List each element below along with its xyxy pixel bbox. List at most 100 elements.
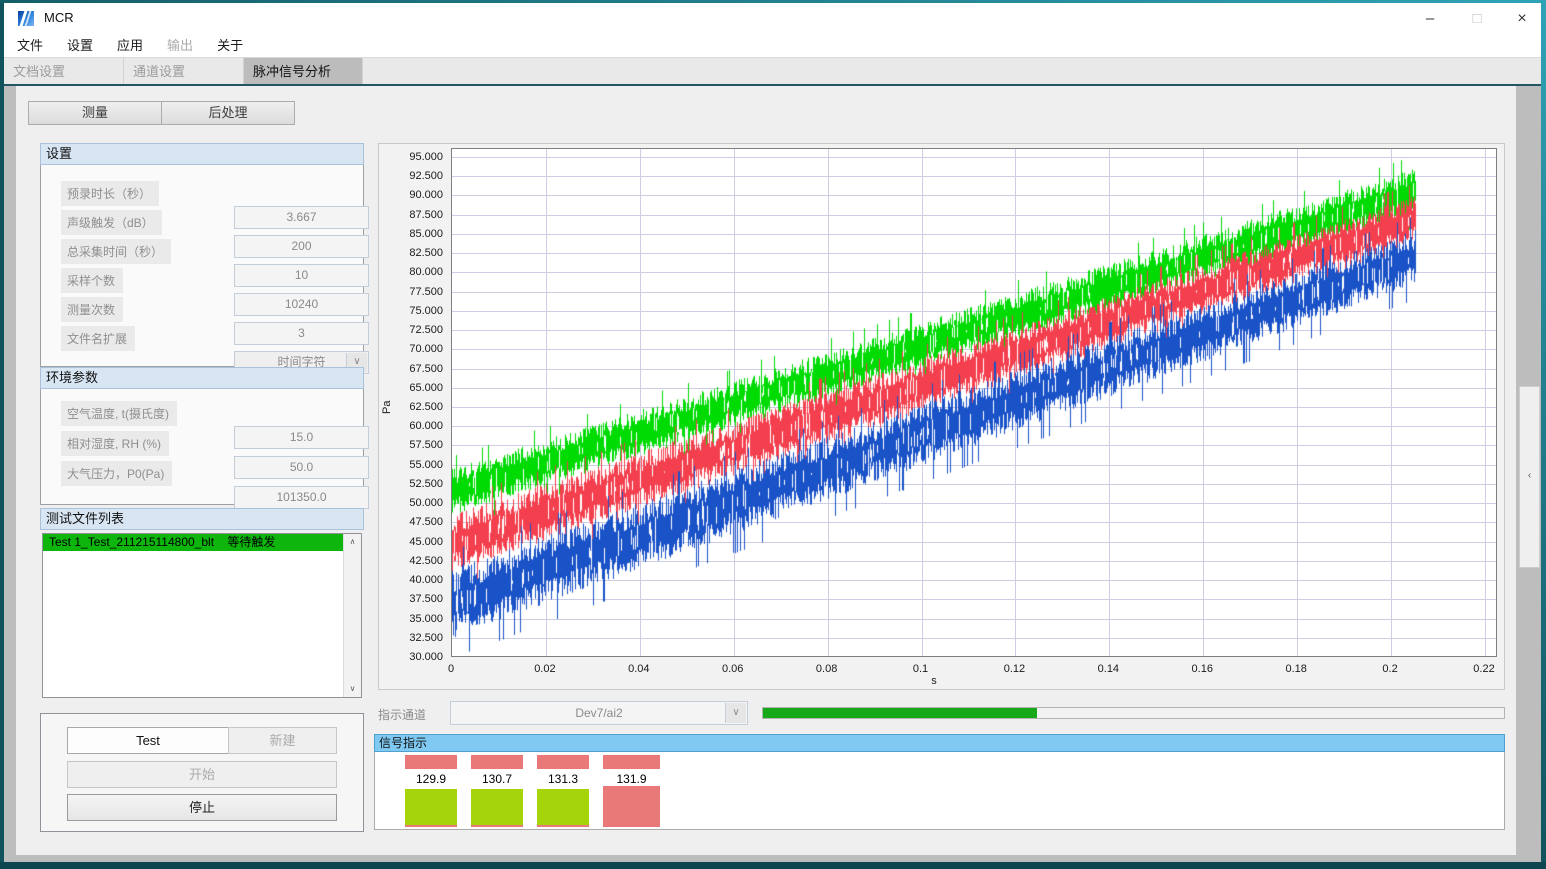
y-tick-label: 37.500: [379, 591, 443, 607]
menu-item-0[interactable]: 文件: [17, 35, 43, 54]
y-tick-label: 47.500: [379, 514, 443, 530]
environment-group-title: 环境参数: [40, 367, 364, 389]
settings-row-0: 预录时长（秒）3.667: [61, 181, 347, 204]
stop-button[interactable]: 停止: [67, 794, 337, 821]
y-tick-label: 55.000: [379, 457, 443, 473]
x-tick-label: 0.2: [1360, 663, 1420, 675]
x-tick-label: 0.16: [1172, 663, 1232, 675]
chart-series-canvas: [452, 149, 1496, 656]
x-tick-label: 0.14: [1078, 663, 1138, 675]
y-tick-label: 40.000: [379, 572, 443, 588]
indicator-block: [471, 789, 523, 827]
y-tick-label: 45.000: [379, 534, 443, 550]
environment-row-1: 相对湿度, RH (%)50.0: [61, 431, 347, 454]
progress-fill: [763, 708, 1037, 718]
splitter-handle[interactable]: ‹: [1519, 386, 1540, 568]
scroll-up-icon[interactable]: ∧: [344, 534, 361, 550]
x-tick-label: 0.1: [891, 663, 951, 675]
file-list-items: Test 1_Test_211215114800_blt 等待触发: [43, 534, 361, 551]
signal-panel-title: 信号指示: [374, 734, 1505, 752]
minimize-button[interactable]: –: [1408, 6, 1452, 32]
indicator-channel-dropdown[interactable]: Dev7/ai2 ∨: [450, 701, 748, 725]
settings-row-3: 采样个数10240: [61, 268, 347, 291]
field-label: 相对湿度, RH (%): [61, 431, 169, 456]
y-tick-label: 50.000: [379, 495, 443, 511]
postprocess-button[interactable]: 后处理: [161, 101, 295, 125]
measure-button[interactable]: 测量: [28, 101, 162, 125]
new-button[interactable]: 新建: [228, 727, 337, 754]
environment-group: 环境参数 空气温度, t(摄氏度)15.0相对湿度, RH (%)50.0大气压…: [40, 367, 364, 505]
menu-item-1[interactable]: 设置: [67, 35, 93, 54]
file-list-group: 测试文件列表 Test 1_Test_211215114800_blt 等待触发…: [40, 508, 364, 700]
signal-chart: 95.00092.50090.00087.50085.00082.50080.0…: [378, 143, 1505, 690]
y-tick-label: 80.000: [379, 264, 443, 280]
test-name-field[interactable]: Test: [67, 727, 229, 754]
y-tick-label: 90.000: [379, 187, 443, 203]
desktop-edge: [0, 862, 1546, 869]
tab-strip: 文档设置通道设置脉冲信号分析: [4, 57, 1541, 85]
y-tick-label: 95.000: [379, 149, 443, 165]
window-title: MCR: [44, 10, 74, 25]
field-label: 采样个数: [61, 268, 123, 293]
app-icon: [18, 11, 34, 26]
y-tick-label: 60.000: [379, 418, 443, 434]
indicator-block: [537, 789, 589, 827]
titlebar: MCR – □ ×: [4, 3, 1541, 31]
y-tick-label: 57.500: [379, 437, 443, 453]
indicator-block: [405, 789, 457, 827]
settings-group: 设置 预录时长（秒）3.667声级触发（dB）200总采集时间（秒）10采样个数…: [40, 143, 364, 367]
indicator-channel-label: 指示通道: [378, 706, 426, 723]
field-label: 大气压力，P0(Pa): [61, 461, 172, 486]
y-tick-label: 72.500: [379, 322, 443, 338]
indicator-value: 129.9: [405, 772, 457, 786]
settings-row-4: 测量次数3: [61, 297, 347, 320]
field-value[interactable]: 101350.0: [234, 486, 369, 509]
indicator-top-bar: [603, 755, 660, 769]
x-tick-label: 0.08: [797, 663, 857, 675]
chevron-down-icon[interactable]: ∨: [725, 703, 746, 723]
field-label: 预录时长（秒）: [61, 181, 159, 206]
y-tick-label: 67.500: [379, 361, 443, 377]
settings-row-5: 文件名扩展时间字符∨: [61, 326, 347, 349]
y-tick-label: 32.500: [379, 630, 443, 646]
field-label: 空气温度, t(摄氏度): [61, 401, 177, 426]
app-window: MCR – □ × 文件 设置 应用 输出 关于 文档设置通道设置脉冲信号分析 ‹ 测量…: [0, 0, 1546, 869]
menu-item-4[interactable]: 关于: [217, 35, 243, 54]
menu-item-3[interactable]: 输出: [167, 35, 193, 54]
indicator-top-bar: [471, 755, 523, 769]
x-tick-label: 0.04: [609, 663, 669, 675]
indicator-block: [603, 786, 660, 827]
menu-bar: 文件 设置 应用 输出 关于: [4, 30, 1541, 57]
test-file-list[interactable]: Test 1_Test_211215114800_blt 等待触发 ∧ ∨: [42, 533, 362, 698]
x-tick-label: 0.02: [515, 663, 575, 675]
settings-group-body: 预录时长（秒）3.667声级触发（dB）200总采集时间（秒）10采样个数102…: [40, 165, 364, 367]
x-tick-label: 0.22: [1454, 663, 1514, 675]
list-item[interactable]: Test 1_Test_211215114800_blt 等待触发: [43, 534, 361, 551]
x-tick-label: 0.18: [1266, 663, 1326, 675]
tab-2[interactable]: 脉冲信号分析: [244, 58, 363, 85]
menu-item-2[interactable]: 应用: [117, 35, 143, 54]
tab-1[interactable]: 通道设置: [124, 58, 244, 85]
y-tick-label: 87.500: [379, 207, 443, 223]
x-tick-label: 0.12: [984, 663, 1044, 675]
start-button[interactable]: 开始: [67, 761, 337, 788]
y-tick-label: 52.500: [379, 476, 443, 492]
field-label: 声级触发（dB）: [61, 210, 162, 235]
y-tick-label: 42.500: [379, 553, 443, 569]
tab-0[interactable]: 文档设置: [4, 58, 124, 85]
settings-row-1: 声级触发（dB）200: [61, 210, 347, 233]
close-button[interactable]: ×: [1500, 6, 1544, 32]
file-list-title: 测试文件列表: [40, 508, 364, 530]
field-label: 测量次数: [61, 297, 123, 322]
scroll-down-icon[interactable]: ∨: [344, 681, 361, 697]
run-controls-group: Test 新建 开始 停止: [40, 713, 364, 832]
y-tick-label: 75.000: [379, 303, 443, 319]
y-tick-label: 82.500: [379, 245, 443, 261]
y-axis-label: Pa: [381, 390, 393, 414]
maximize-button[interactable]: □: [1455, 6, 1499, 32]
indicator-value: 131.9: [603, 772, 660, 786]
y-tick-label: 70.000: [379, 341, 443, 357]
y-tick-label: 85.000: [379, 226, 443, 242]
environment-group-body: 空气温度, t(摄氏度)15.0相对湿度, RH (%)50.0大气压力，P0(…: [40, 389, 364, 505]
file-list-scrollbar[interactable]: ∧ ∨: [343, 534, 361, 697]
